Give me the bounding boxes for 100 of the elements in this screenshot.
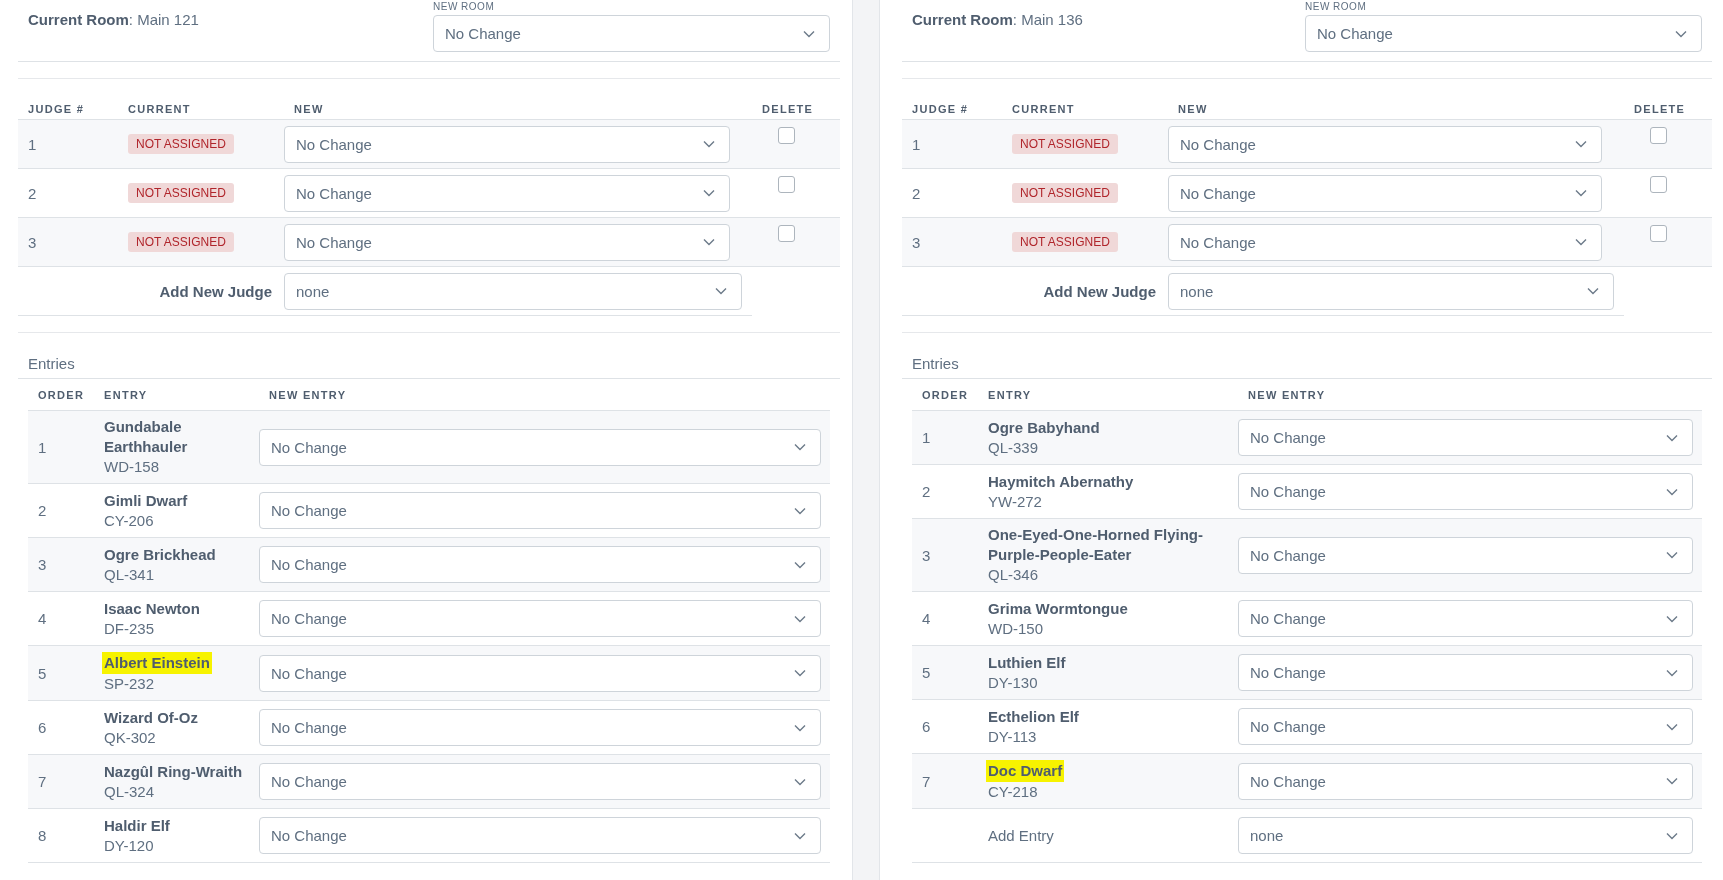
- judge-dropdown[interactable]: No Change: [284, 125, 730, 163]
- entry-dropdown[interactable]: No Change: [1238, 536, 1693, 574]
- order-number: 5: [921, 664, 932, 681]
- chevron-icon: [794, 560, 806, 569]
- new-room-dropdown[interactable]: No Change: [433, 15, 830, 52]
- entry-dropdown[interactable]: No Change: [1238, 762, 1693, 800]
- add-judge-dropdown[interactable]: none: [284, 272, 742, 310]
- add-entry-dropdown[interactable]: none: [1238, 817, 1693, 854]
- order-number: 7: [37, 773, 48, 790]
- entry-dropdown[interactable]: No Change: [259, 763, 821, 800]
- entry-name: Haymitch Abernathy: [988, 471, 1134, 492]
- entry-code: WD-150: [988, 618, 1043, 639]
- judge-dropdown[interactable]: No Change: [1168, 125, 1602, 163]
- column-header: CURRENT: [1011, 103, 1076, 115]
- delete-checkbox[interactable]: [1650, 225, 1667, 242]
- entry-code: QL-324: [104, 781, 155, 802]
- entry-code: DY-120: [104, 835, 154, 856]
- add-entry-label: Add Entry: [988, 827, 1054, 844]
- entry-name: Grima Wormtongue: [988, 598, 1128, 619]
- current-room-text: Current Room: Main 121: [28, 10, 199, 30]
- status-badge: NOT ASSIGNED: [128, 134, 234, 154]
- entry-dropdown[interactable]: No Change: [259, 817, 821, 854]
- entry-code: QK-302: [104, 727, 156, 748]
- entry-dropdown[interactable]: No Change: [259, 654, 821, 692]
- entry-dropdown[interactable]: No Change: [259, 600, 821, 637]
- entries-title: Entries: [912, 355, 959, 372]
- entry-name: Nazgûl Ring-Wraith: [104, 761, 243, 782]
- status-badge: NOT ASSIGNED: [1012, 134, 1118, 154]
- judge-number: 3: [911, 233, 922, 251]
- column-header: ORDER: [37, 388, 86, 401]
- entry-dropdown[interactable]: No Change: [1238, 419, 1693, 456]
- entry-code: DY-130: [988, 672, 1038, 693]
- entry-name: Doc Dwarf: [986, 760, 1065, 782]
- chevron-icon: [1666, 722, 1678, 731]
- status-badge: NOT ASSIGNED: [128, 232, 234, 252]
- order-number: 1: [921, 429, 932, 446]
- order-number: 2: [921, 483, 932, 500]
- order-number: 3: [37, 556, 48, 573]
- judge-number: 2: [911, 184, 922, 202]
- entry-name: Gundabale Earthhauler: [104, 417, 189, 457]
- column-header: NEW ENTRY: [1247, 388, 1327, 401]
- chevron-icon: [794, 831, 806, 840]
- chevron-icon: [1587, 287, 1599, 295]
- new-room-label: NEW ROOM: [1305, 1, 1368, 14]
- entry-name: One-Eyed-One-Horned Flying-Purple-People-Eater: [988, 525, 1204, 565]
- chevron-icon: [703, 140, 715, 148]
- chevron-icon: [703, 189, 715, 197]
- add-judge-dropdown[interactable]: none: [1168, 272, 1614, 310]
- chevron-icon: [1666, 487, 1678, 496]
- entry-dropdown[interactable]: No Change: [1238, 708, 1693, 745]
- judge-number: 3: [27, 233, 38, 251]
- delete-checkbox[interactable]: [1650, 176, 1667, 193]
- order-number: 4: [37, 610, 48, 627]
- entry-code: QL-341: [104, 564, 155, 585]
- chevron-icon: [703, 238, 715, 246]
- entry-code: SP-232: [104, 674, 155, 694]
- order-number: 8: [37, 827, 48, 844]
- entry-code: DF-235: [104, 618, 155, 639]
- order-number: 2: [37, 502, 48, 519]
- new-room-label: NEW ROOM: [433, 1, 496, 14]
- chevron-icon: [794, 723, 806, 732]
- new-room-dropdown[interactable]: No Change: [1305, 15, 1702, 52]
- entry-dropdown[interactable]: No Change: [1238, 600, 1693, 637]
- order-number: 6: [37, 719, 48, 736]
- entry-name: Ogre Babyhand: [988, 417, 1100, 438]
- entry-dropdown[interactable]: No Change: [1238, 473, 1693, 510]
- delete-checkbox[interactable]: [778, 127, 795, 144]
- entry-name: Gimli Dwarf: [104, 490, 188, 511]
- entry-code: QL-339: [988, 437, 1039, 458]
- add-judge-label: Add New Judge: [1043, 282, 1157, 300]
- judge-dropdown[interactable]: No Change: [284, 174, 730, 212]
- judge-number: 1: [911, 135, 922, 153]
- delete-checkbox[interactable]: [778, 225, 795, 242]
- chevron-icon: [1666, 551, 1678, 559]
- judge-dropdown[interactable]: No Change: [284, 223, 730, 261]
- chevron-icon: [794, 777, 806, 786]
- judge-dropdown[interactable]: No Change: [1168, 174, 1602, 212]
- entry-dropdown[interactable]: No Change: [259, 492, 821, 529]
- entry-dropdown[interactable]: No Change: [259, 428, 821, 466]
- chevron-icon: [1666, 614, 1678, 623]
- column-header: JUDGE #: [911, 103, 970, 115]
- current-room-text: Current Room: Main 136: [912, 10, 1083, 30]
- chevron-icon: [1666, 831, 1678, 840]
- chevron-icon: [715, 287, 727, 295]
- chevron-icon: [1666, 433, 1678, 442]
- entry-code: WD-158: [104, 457, 159, 477]
- column-header: DELETE: [761, 103, 815, 115]
- delete-checkbox[interactable]: [778, 176, 795, 193]
- chevron-icon: [794, 506, 806, 515]
- order-number: 6: [921, 718, 932, 735]
- entry-dropdown[interactable]: No Change: [1238, 654, 1693, 691]
- delete-checkbox[interactable]: [1650, 127, 1667, 144]
- judge-dropdown[interactable]: No Change: [1168, 223, 1602, 261]
- entry-dropdown[interactable]: No Change: [259, 546, 821, 583]
- entry-code: DY-113: [988, 726, 1037, 747]
- chevron-icon: [1675, 29, 1687, 38]
- entry-name: Ecthelion Elf: [988, 706, 1079, 727]
- chevron-icon: [794, 614, 806, 623]
- entry-dropdown[interactable]: No Change: [259, 709, 821, 746]
- entry-name: Albert Einstein: [102, 652, 212, 674]
